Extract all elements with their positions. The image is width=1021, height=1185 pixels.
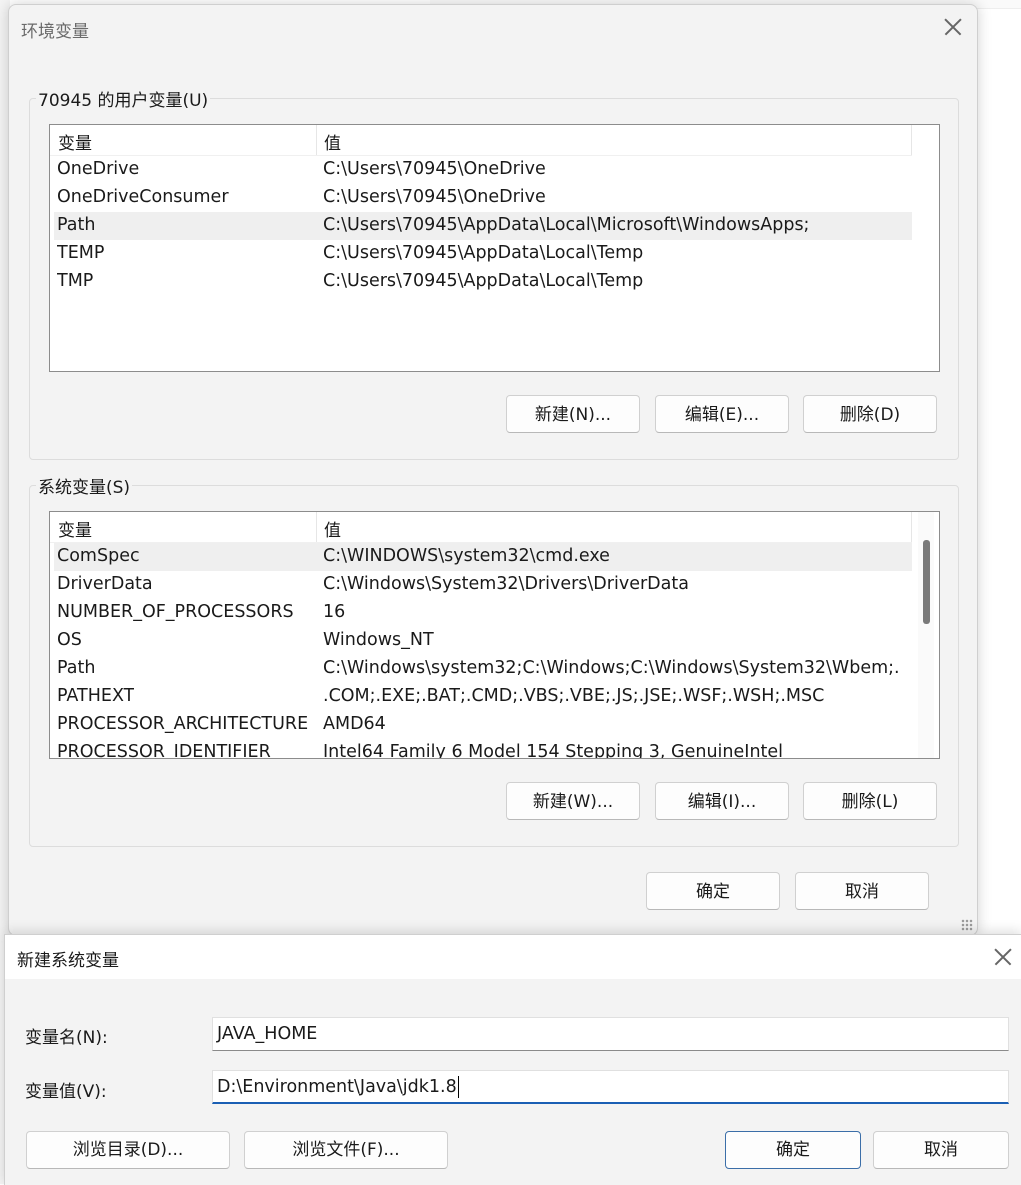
var-name: PATHEXT (57, 686, 135, 706)
variable-name-text: JAVA_HOME (217, 1024, 318, 1044)
env-dialog-title: 环境变量 (21, 22, 89, 42)
table-row[interactable]: TEMP C:\Users\70945\AppData\Local\Temp (54, 240, 912, 268)
system-new-button[interactable]: 新建(W)... (506, 782, 640, 820)
var-value: C:\Users\70945\AppData\Local\Temp (323, 271, 644, 291)
var-name: OneDrive (57, 159, 140, 179)
close-icon[interactable] (988, 942, 1018, 972)
new-system-variable-dialog: 新建系统变量 变量名(N): JAVA_HOME 变量值(V): D:\Envi… (4, 934, 1021, 1185)
table-row-selected[interactable]: Path C:\Users\70945\AppData\Local\Micros… (54, 212, 912, 240)
table-row[interactable]: OneDrive C:\Users\70945\OneDrive (54, 156, 912, 184)
var-value: C:\Users\70945\OneDrive (323, 187, 546, 207)
var-name: TMP (57, 271, 94, 291)
browse-file-button[interactable]: 浏览文件(F)... (244, 1131, 448, 1169)
column-divider[interactable] (316, 125, 317, 155)
table-row-selected[interactable]: ComSpec C:\WINDOWS\system32\cmd.exe (54, 543, 912, 571)
env-titlebar: 环境变量 (9, 5, 977, 49)
var-value: Intel64 Family 6 Model 154 Stepping 3, G… (323, 742, 784, 759)
cancel-button[interactable]: 取消 (795, 872, 929, 910)
column-header-value[interactable]: 值 (324, 129, 341, 154)
user-variables-label: 70945 的用户变量(U) (36, 86, 211, 111)
table-row[interactable]: PATHEXT .COM;.EXE;.BAT;.CMD;.VBS;.VBE;.J… (54, 683, 912, 711)
column-divider (911, 512, 912, 542)
variable-value-label: 变量值(V): (25, 1082, 107, 1102)
text-caret (457, 1076, 459, 1098)
var-value: 16 (323, 602, 346, 622)
user-edit-button[interactable]: 编辑(E)... (655, 395, 789, 433)
var-value: C:\Users\70945\AppData\Local\Microsoft\W… (323, 215, 810, 235)
var-value: C:\Windows\system32;C:\Windows;C:\Window… (323, 658, 899, 678)
environment-variables-dialog: 环境变量 70945 的用户变量(U) 变量 值 OneDrive C:\Use… (8, 4, 978, 936)
table-row[interactable]: Path C:\Windows\system32;C:\Windows;C:\W… (54, 655, 912, 683)
column-header-variable[interactable]: 变量 (58, 516, 92, 541)
table-row[interactable]: TMP C:\Users\70945\AppData\Local\Temp (54, 268, 912, 296)
user-new-button[interactable]: 新建(N)... (506, 395, 640, 433)
column-divider (911, 125, 912, 155)
table-row[interactable]: DriverData C:\Windows\System32\Drivers\D… (54, 571, 912, 599)
list-header: 变量 值 (50, 125, 912, 156)
system-delete-button[interactable]: 删除(L) (803, 782, 937, 820)
var-value: C:\WINDOWS\system32\cmd.exe (323, 546, 610, 566)
column-header-variable[interactable]: 变量 (58, 129, 92, 154)
var-value: C:\Users\70945\OneDrive (323, 159, 546, 179)
system-variables-label: 系统变量(S) (36, 473, 133, 498)
table-row[interactable]: OS Windows_NT (54, 627, 912, 655)
var-value: Windows_NT (323, 630, 434, 650)
var-name: ComSpec (57, 546, 140, 566)
system-edit-button[interactable]: 编辑(I)... (655, 782, 789, 820)
var-name: OS (57, 630, 82, 650)
new-var-cancel-button[interactable]: 取消 (873, 1131, 1009, 1169)
variable-name-input[interactable]: JAVA_HOME (212, 1017, 1009, 1051)
system-variables-list[interactable]: 变量 值 ComSpec C:\WINDOWS\system32\cmd.exe… (49, 511, 940, 759)
var-name: TEMP (57, 243, 105, 263)
ok-button[interactable]: 确定 (646, 872, 780, 910)
column-header-value[interactable]: 值 (324, 516, 341, 541)
var-name: Path (57, 215, 96, 235)
new-var-titlebar: 新建系统变量 (5, 935, 1021, 979)
table-row[interactable]: OneDriveConsumer C:\Users\70945\OneDrive (54, 184, 912, 212)
browse-directory-button[interactable]: 浏览目录(D)... (26, 1131, 230, 1169)
scrollbar-thumb[interactable] (923, 540, 930, 624)
list-header: 变量 值 (50, 512, 912, 543)
vertical-scrollbar[interactable] (918, 512, 934, 758)
table-row[interactable]: PROCESSOR_ARCHITECTURE AMD64 (54, 711, 912, 739)
user-delete-button[interactable]: 删除(D) (803, 395, 937, 433)
new-var-dialog-title: 新建系统变量 (17, 951, 119, 971)
var-value: C:\Users\70945\AppData\Local\Temp (323, 243, 644, 263)
variable-value-text: D:\Environment\Java\jdk1.8 (217, 1077, 457, 1097)
var-name: NUMBER_OF_PROCESSORS (57, 602, 294, 622)
var-name: DriverData (57, 574, 153, 594)
var-name: PROCESSOR_IDENTIFIER (57, 742, 271, 759)
variable-value-input[interactable]: D:\Environment\Java\jdk1.8 (212, 1070, 1009, 1104)
var-value: AMD64 (323, 714, 386, 734)
new-var-ok-button[interactable]: 确定 (725, 1131, 861, 1169)
var-value: C:\Windows\System32\Drivers\DriverData (323, 574, 689, 594)
column-divider[interactable] (316, 512, 317, 542)
var-value: .COM;.EXE;.BAT;.CMD;.VBS;.VBE;.JS;.JSE;.… (323, 686, 825, 706)
variable-name-label: 变量名(N): (25, 1028, 108, 1048)
var-name: OneDriveConsumer (57, 187, 229, 207)
resize-grip-icon[interactable] (961, 919, 973, 931)
var-name: Path (57, 658, 96, 678)
close-icon[interactable] (938, 12, 968, 42)
table-row[interactable]: NUMBER_OF_PROCESSORS 16 (54, 599, 912, 627)
var-name: PROCESSOR_ARCHITECTURE (57, 714, 309, 734)
table-row[interactable]: PROCESSOR_IDENTIFIER Intel64 Family 6 Mo… (54, 739, 912, 759)
user-variables-list[interactable]: 变量 值 OneDrive C:\Users\70945\OneDrive On… (49, 124, 940, 372)
